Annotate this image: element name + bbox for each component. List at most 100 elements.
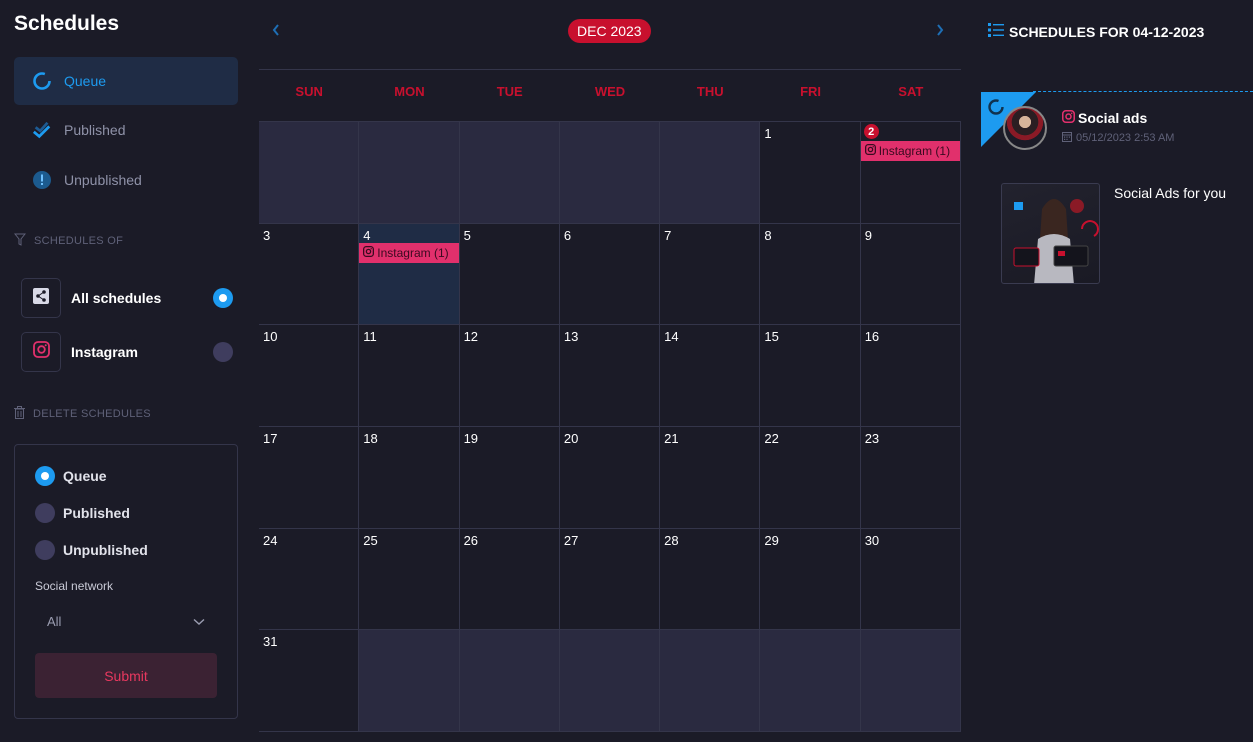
calendar-day-1[interactable]: 1	[760, 122, 861, 224]
status-queue[interactable]: Queue	[14, 57, 238, 105]
day-number: 13	[563, 329, 579, 345]
calendar-day-29[interactable]: 29	[760, 528, 861, 631]
status-label: Unpublished	[64, 172, 142, 188]
day-number: 19	[463, 431, 479, 447]
calendar-event-instagram[interactable]: Instagram (1)	[359, 242, 459, 263]
calendar-day-2[interactable]: 2 Instagram (1)	[860, 122, 961, 224]
day-number: 10	[263, 329, 278, 345]
calendar-cell-empty	[760, 630, 861, 733]
prev-month-button[interactable]	[271, 20, 281, 43]
calendar-day-22[interactable]: 22	[760, 427, 861, 529]
list-icon	[988, 23, 1004, 40]
chevron-right-icon	[937, 24, 944, 36]
network-label: All schedules	[71, 290, 162, 306]
calendar-day-5[interactable]: 5	[459, 223, 560, 326]
calendar-day-9[interactable]: 9	[860, 223, 961, 326]
post-thumbnail[interactable]	[1001, 183, 1100, 284]
calendar-day-31[interactable]: 31	[259, 630, 360, 733]
calendar-day-15[interactable]: 15	[760, 325, 861, 428]
social-network-select[interactable]: All	[35, 605, 217, 637]
post-date: 05/12/2023 2:53 AM	[1062, 131, 1174, 145]
calendar-day-24[interactable]: 24	[259, 528, 360, 631]
calendar-day-30[interactable]: 30	[860, 528, 961, 631]
radio[interactable]	[35, 503, 55, 523]
social-network-label: Social network	[35, 579, 114, 593]
day-number: 8	[764, 227, 772, 243]
select-value: All	[47, 613, 62, 629]
calendar-event-instagram[interactable]: Instagram (1)	[860, 141, 960, 161]
status-published[interactable]: Published	[14, 106, 238, 154]
calendar-day-3[interactable]: 3	[259, 223, 360, 326]
next-month-button[interactable]	[935, 20, 945, 43]
calendar-day-25[interactable]: 25	[359, 528, 460, 631]
day-number: 15	[764, 329, 779, 345]
calendar-day-19[interactable]: 19	[459, 427, 560, 529]
calendar-day-12[interactable]: 12	[459, 325, 560, 428]
calendar-day-21[interactable]: 21	[660, 427, 761, 529]
calendar-cell-empty	[860, 630, 961, 733]
radio-selected[interactable]	[35, 466, 55, 486]
calendar-day-6[interactable]: 6	[559, 223, 661, 326]
schedule-details-panel: SCHEDULES FOR 04-12-2023 Social ads 05/1…	[980, 0, 1253, 742]
chevron-left-icon	[272, 24, 279, 36]
weekday-header: SUN MON TUE WED THU FRI SAT	[259, 84, 961, 99]
calendar-day-16[interactable]: 16	[860, 325, 961, 428]
calendar-day-26[interactable]: 26	[459, 528, 560, 631]
network-radio[interactable]	[213, 342, 233, 362]
sidebar: Schedules Queue Published Unpublished SC…	[0, 0, 255, 742]
chevron-down-icon	[193, 614, 205, 629]
day-number: 29	[764, 532, 779, 548]
day-number: 23	[864, 431, 880, 447]
day-number: 30	[864, 532, 880, 548]
post-description: Social Ads for you	[1114, 185, 1227, 201]
calendar-day-20[interactable]: 20	[559, 427, 661, 529]
double-check-icon	[32, 120, 52, 140]
exclamation-circle-icon	[32, 170, 52, 190]
day-number: 16	[864, 329, 880, 345]
day-number: 18	[363, 431, 378, 447]
network-instagram[interactable]: Instagram	[21, 332, 233, 372]
day-number: 27	[563, 532, 579, 548]
calendar-day-11[interactable]: 11	[359, 325, 460, 428]
calendar-cell-empty	[660, 122, 761, 224]
instagram-icon	[1062, 110, 1075, 126]
status-label: Published	[64, 122, 126, 138]
status-unpublished[interactable]: Unpublished	[14, 156, 238, 204]
network-label: Instagram	[71, 344, 138, 360]
delete-option-published[interactable]: Published	[35, 503, 130, 523]
delete-schedules-form: Queue Published Unpublished Social netwo…	[14, 444, 238, 719]
dashed-divider	[1033, 91, 1253, 92]
event-label: Instagram (1)	[377, 245, 449, 260]
calendar-day-10[interactable]: 10	[259, 325, 360, 428]
network-radio-selected[interactable]	[213, 288, 233, 308]
calendar-day-8[interactable]: 8	[760, 223, 861, 326]
calendar-day-4[interactable]: 4 Instagram (1)	[359, 223, 460, 326]
calendar-day-17[interactable]: 17	[259, 427, 360, 529]
delete-option-queue[interactable]: Queue	[35, 466, 107, 486]
delete-option-unpublished[interactable]: Unpublished	[35, 540, 148, 560]
calendar-day-14[interactable]: 14	[660, 325, 761, 428]
submit-button[interactable]: Submit	[35, 653, 217, 698]
day-number: 22	[764, 431, 779, 447]
queue-spinner-icon	[987, 98, 1005, 121]
month-label: DEC 2023	[568, 19, 651, 43]
day-number: 9	[864, 227, 872, 243]
calendar-day-27[interactable]: 27	[559, 528, 661, 631]
day-number: 31	[263, 634, 278, 650]
calendar-day-23[interactable]: 23	[860, 427, 961, 529]
network-all-schedules[interactable]: All schedules	[21, 278, 233, 318]
share-icon-box	[21, 278, 61, 318]
radio[interactable]	[35, 540, 55, 560]
day-number: 17	[263, 431, 278, 447]
delete-schedules-label: DELETE SCHEDULES	[14, 406, 151, 422]
calendar-day-18[interactable]: 18	[359, 427, 460, 529]
calendar-day-7[interactable]: 7	[660, 223, 761, 326]
calendar-cell-empty	[359, 122, 460, 224]
calendar-cell-empty	[359, 630, 460, 733]
calendar-day-28[interactable]: 28	[660, 528, 761, 631]
calendar-grid: 1 2 Instagram (1) 3 4 Instagram (1) 5 6 7 8 9 10 11 1…	[259, 121, 961, 733]
share-icon	[33, 287, 49, 309]
instagram-icon-box	[21, 332, 61, 372]
calendar-day-13[interactable]: 13	[559, 325, 661, 428]
instagram-icon	[363, 245, 375, 260]
